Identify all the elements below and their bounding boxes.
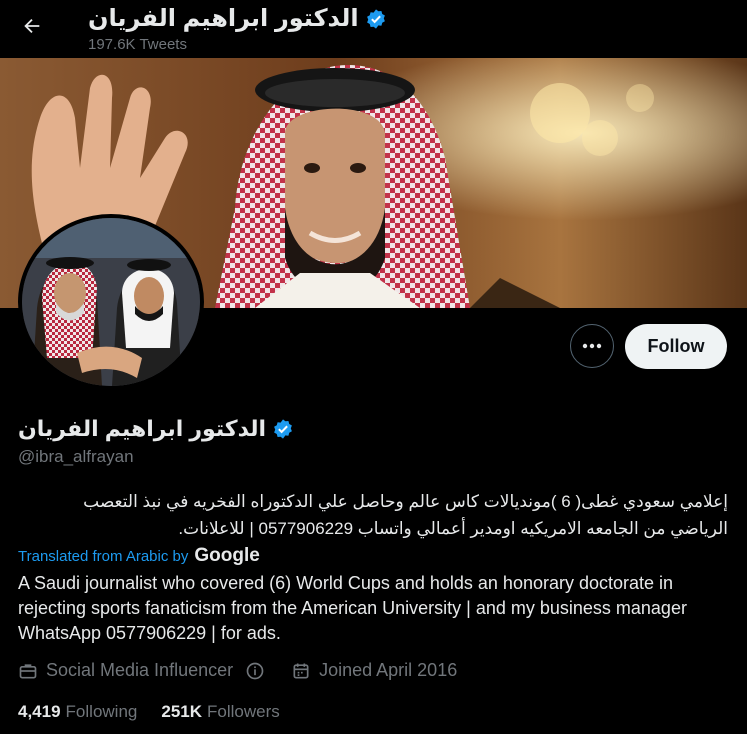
- follow-button[interactable]: Follow: [625, 324, 727, 369]
- bio-translation: A Saudi journalist who covered (6) World…: [18, 573, 687, 643]
- profile-meta: Social Media Influencer Joined April 201…: [18, 660, 457, 681]
- following-label: Following: [65, 702, 138, 721]
- avatar-image: [22, 218, 200, 386]
- more-options-button[interactable]: [570, 324, 614, 368]
- translated-label: Translated from Arabic by: [18, 547, 189, 565]
- bio-line-1: إعلامي سعودي غطى( 6 )مونديالات كاس عالم …: [83, 492, 728, 511]
- followers-count: 251K: [161, 702, 202, 721]
- bio-line-2: الرياضي من الجامعه الامريكيه اومدير أعما…: [178, 519, 728, 538]
- info-icon[interactable]: [245, 661, 265, 681]
- translation-attribution[interactable]: Translated from Arabic by Google: [18, 545, 260, 567]
- joined-item: Joined April 2016: [291, 660, 457, 681]
- category-label: Social Media Influencer: [46, 660, 234, 680]
- joined-label: Joined April 2016: [319, 660, 458, 680]
- category-item: Social Media Influencer: [18, 660, 265, 681]
- back-button[interactable]: [14, 8, 50, 44]
- arrow-left-icon: [24, 18, 40, 34]
- following-link[interactable]: 4,419 Following: [18, 702, 137, 722]
- follow-stats: 4,419 Following 251K Followers: [18, 702, 280, 722]
- tweet-count: 197.6K Tweets: [88, 36, 187, 53]
- top-bar: الدكتور ابراهيم الفريان 197.6K Tweets: [0, 0, 747, 58]
- profile-handle: @ibra_alfrayan: [18, 447, 134, 466]
- profile-bio: إعلامي سعودي غطى( 6 )مونديالات كاس عالم …: [18, 488, 728, 542]
- following-count: 4,419: [18, 702, 61, 721]
- more-dots-icon: [582, 343, 602, 349]
- verified-badge-icon: [366, 8, 385, 29]
- header-display-name: الدكتور ابراهيم الفريان: [88, 5, 359, 32]
- briefcase-icon: [19, 663, 37, 678]
- followers-link[interactable]: 251K Followers: [161, 702, 279, 722]
- google-logo: Google: [194, 545, 260, 566]
- followers-label: Followers: [207, 702, 280, 721]
- calendar-icon: [293, 663, 309, 678]
- profile-display-name: الدكتور ابراهيم الفريان: [18, 416, 267, 441]
- verified-badge-icon[interactable]: [272, 418, 294, 440]
- header-name-row: الدكتور ابراهيم الفريان: [88, 4, 387, 33]
- profile-avatar[interactable]: [18, 214, 204, 390]
- profile-name-row: الدكتور ابراهيم الفريان: [18, 416, 294, 442]
